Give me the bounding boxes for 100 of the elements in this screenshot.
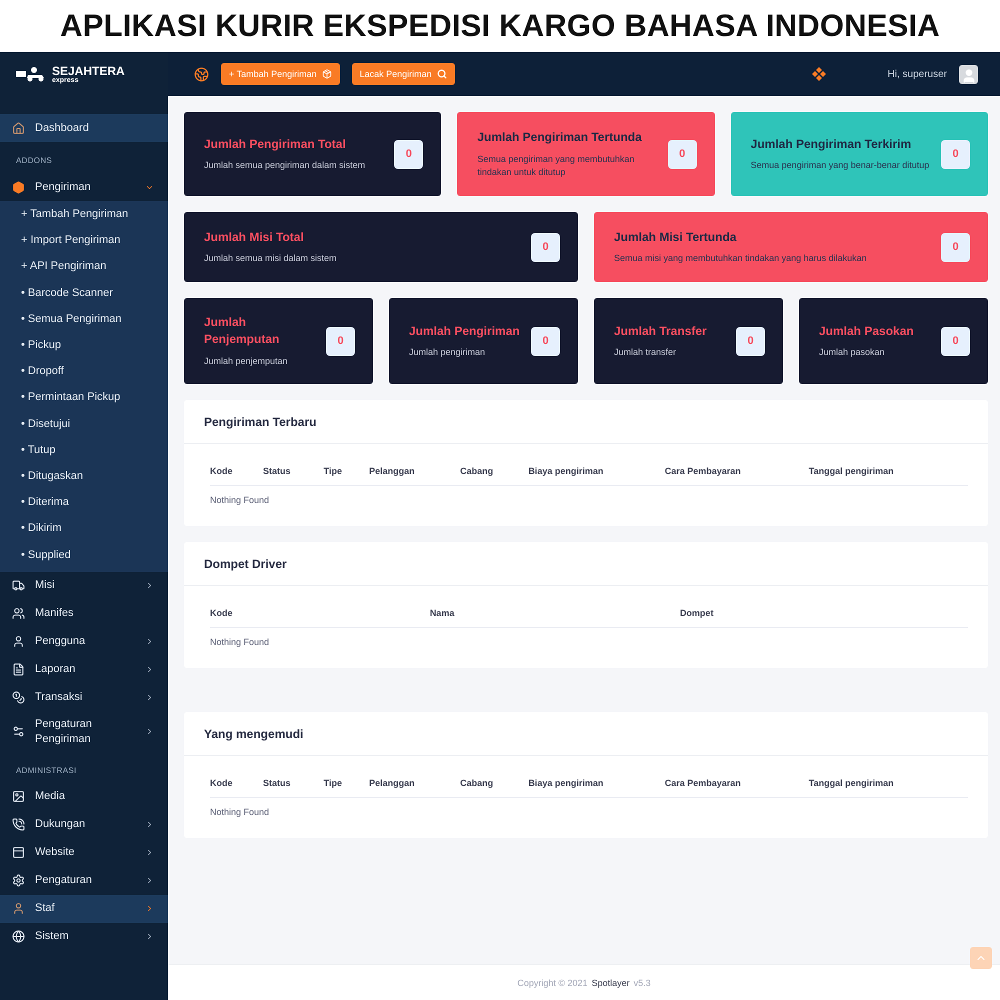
coins-icon [12, 691, 25, 704]
column-header: Kode [210, 778, 264, 798]
submenu-item[interactable]: • Pickup [0, 332, 168, 358]
globe-icon [12, 930, 25, 944]
panel-title: Dompet Driver [204, 556, 287, 570]
column-header: Biaya pengiriman [528, 778, 665, 798]
sidebar-section-label: ADDONS [15, 155, 54, 167]
globe-icon [194, 66, 209, 82]
stat-title: Jumlah Pengiriman Terkirim [750, 136, 912, 152]
stat-title: Jumlah Pasokan [819, 322, 915, 340]
user-icon [12, 902, 25, 916]
column-header: Dompet [680, 608, 968, 628]
column-header: Cara Pembayaran [664, 778, 809, 798]
sidebar-item[interactable]: Dashboard [0, 114, 168, 142]
stat-description: Semua pengiriman yang benar-benar ditutup [750, 159, 930, 172]
sidebar-item[interactable]: Pengaturan Pengiriman [0, 712, 168, 752]
column-header: Tanggal pengiriman [808, 778, 968, 798]
empty-message: Nothing Found [210, 495, 270, 505]
submenu-item[interactable]: • Ditugaskan [0, 462, 168, 490]
column-header: Pelanggan [369, 778, 460, 798]
greeting-text: Hi, superuser [888, 68, 947, 80]
submenu-item[interactable]: • Barcode Scanner [0, 280, 168, 306]
banner-title: APLIKASI KURIR EKSPEDISI KARGO BAHASA INDONESIA [59, 7, 941, 45]
stat-value: 0 [941, 232, 970, 262]
submenu-item[interactable]: • Semua Pengiriman [0, 306, 168, 332]
column-header: Nama [430, 608, 680, 628]
column-header: Kode [210, 608, 430, 628]
sidebar-item[interactable]: Transaksi [0, 684, 168, 712]
panel-title: Pengiriman Terbaru [204, 414, 316, 428]
column-header: Tipe [324, 466, 370, 486]
stat-description: Semua misi yang membutuhkan tindakan yang harus dilakukan [614, 252, 868, 266]
sidebar-item[interactable]: Misi [0, 572, 168, 600]
stat-description: Jumlah transfer [614, 346, 678, 360]
column-header: Status [263, 466, 324, 486]
column-header: Tanggal pengiriman [808, 466, 968, 486]
column-header: Tipe [324, 778, 370, 798]
brand-name: SEJAHTERA [52, 64, 125, 76]
stat-value: 0 [941, 140, 970, 168]
column-header: Cabang [460, 466, 528, 486]
phone-icon [12, 818, 25, 832]
panel-title: Yang mengemudi [204, 726, 304, 740]
copyright-text: Copyright © 2021 [517, 978, 588, 988]
sidebar-item[interactable]: Pengiriman [0, 173, 168, 201]
column-header: Cabang [460, 778, 528, 798]
people-icon [12, 607, 25, 620]
stat-title: Jumlah Pengiriman Total [204, 136, 347, 152]
settings-icon [12, 874, 25, 888]
stat-title: Jumlah Misi Total [204, 228, 305, 246]
empty-message: Nothing Found [210, 637, 270, 647]
stat-description: Jumlah pengiriman [409, 346, 486, 360]
stat-value: 0 [531, 232, 560, 262]
stat-title: Jumlah Pengiriman Tertunda [477, 129, 643, 146]
submenu-item[interactable]: • Diterima [0, 489, 168, 516]
sidebar-item[interactable]: Media [0, 782, 168, 811]
truck-icon [12, 579, 25, 592]
stat-title: Jumlah Penjemputan [204, 314, 280, 348]
submenu-item[interactable]: • Supplied [0, 541, 168, 568]
sidebar-item[interactable]: Laporan [0, 656, 168, 684]
column-header: Biaya pengiriman [528, 466, 665, 486]
search-icon [436, 69, 447, 79]
sidebar-item[interactable]: Dukungan [0, 810, 168, 839]
diamonds-icon [812, 67, 826, 81]
avatar[interactable] [959, 64, 978, 84]
stat-description: Jumlah pasokan [819, 346, 886, 360]
stat-title: Jumlah Misi Tertunda [614, 228, 738, 246]
stat-value: 0 [941, 326, 970, 356]
submenu-item[interactable]: • Dikirim [0, 515, 168, 542]
column-header: Pelanggan [369, 466, 460, 486]
user-icon [12, 635, 25, 648]
sidebar-item[interactable]: Pengguna [0, 628, 168, 656]
submenu-item[interactable]: + API Pengiriman [0, 253, 168, 280]
submenu-item[interactable]: • Dropoff [0, 358, 168, 384]
submenu-item[interactable]: + Import Pengiriman [0, 227, 168, 254]
sidebar-item[interactable]: Sistem [0, 922, 168, 951]
submenu-item[interactable]: • Tutup [0, 436, 168, 463]
sidebar-item[interactable]: Website [0, 838, 168, 867]
sidebar-item[interactable]: Pengaturan [0, 866, 168, 895]
column-header: Kode [210, 466, 264, 486]
sidebar-item[interactable]: Manifes [0, 600, 168, 628]
stat-description: Semua pengiriman yang membutuhkan tindakan untuk ditutup [477, 152, 636, 179]
stat-value: 0 [394, 140, 424, 168]
empty-message: Nothing Found [210, 807, 270, 817]
home-icon [12, 122, 25, 134]
stat-value: 0 [326, 326, 355, 356]
sidebar-section-label: ADMINISTRASI [15, 764, 78, 777]
column-header: Status [263, 778, 324, 798]
browser-window-icon [12, 846, 25, 860]
stat-title: Jumlah Transfer [614, 322, 708, 340]
submenu-item[interactable]: • Disetujui [0, 410, 168, 437]
stat-title: Jumlah Pengiriman [409, 322, 521, 340]
sidebar-item[interactable]: Staf [0, 894, 168, 923]
stat-value: 0 [531, 326, 560, 356]
stat-value: 0 [736, 326, 765, 356]
footer-link[interactable]: Spotlayer [592, 978, 630, 988]
column-header: Cara Pembayaran [664, 466, 809, 486]
submenu-item[interactable]: + Tambah Pengiriman [0, 201, 168, 228]
courier-logo-icon [16, 66, 46, 82]
stat-description: Jumlah penjemputan [204, 354, 289, 368]
submenu-item[interactable]: • Permintaan Pickup [0, 384, 168, 410]
stat-description: Jumlah semua pengiriman dalam sistem [204, 159, 366, 172]
